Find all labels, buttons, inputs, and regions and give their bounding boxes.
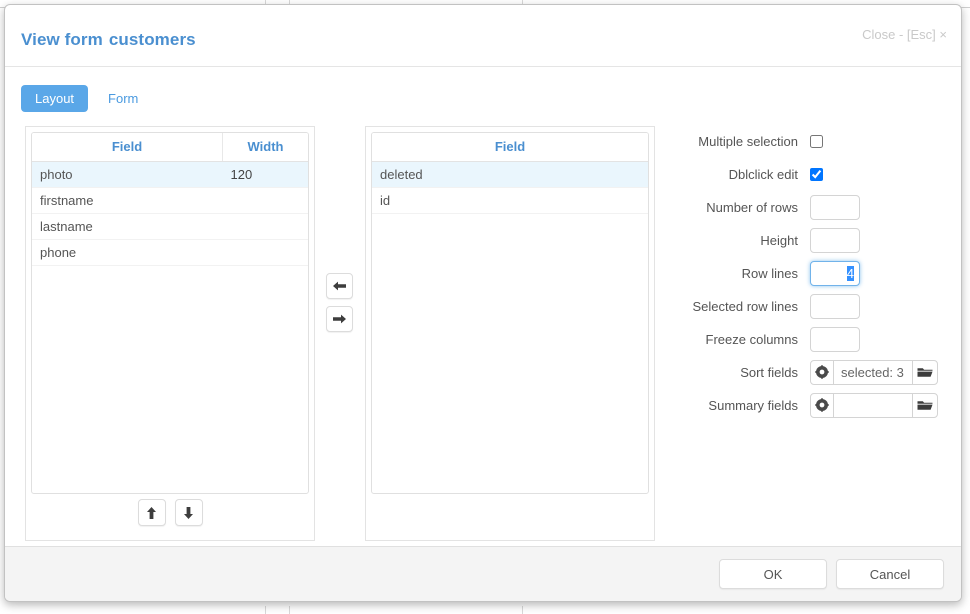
option-control	[810, 194, 860, 220]
table-row[interactable]: phone	[32, 239, 308, 266]
option-control	[810, 293, 860, 319]
option-label: Row lines	[741, 265, 798, 281]
move-left-button[interactable]	[326, 273, 353, 299]
option-control	[810, 134, 823, 148]
option-label: Freeze columns	[705, 331, 798, 347]
cell-width[interactable]	[222, 213, 308, 240]
option-control	[810, 326, 860, 352]
summary-fields-input[interactable]	[834, 392, 912, 418]
move-down-button[interactable]	[174, 499, 203, 526]
row-lines-value: 4	[846, 265, 854, 281]
option-control: selected: 3	[810, 359, 938, 385]
number-of-rows-input[interactable]	[810, 194, 860, 220]
move-up-button[interactable]	[137, 499, 166, 526]
option-control	[810, 167, 823, 181]
freeze-columns-input[interactable]	[810, 326, 860, 352]
cell-width[interactable]	[222, 239, 308, 266]
arrow-left-icon	[332, 280, 347, 292]
multiple-selection-checkbox[interactable]	[810, 134, 823, 148]
page-title-table: customers	[108, 30, 196, 49]
table-header-row: Field Width	[32, 133, 308, 162]
table-row[interactable]: firstname	[32, 187, 308, 214]
table-row[interactable]: photo 120	[32, 161, 308, 188]
cell-field[interactable]: firstname	[32, 187, 223, 214]
clear-circle-icon[interactable]	[810, 392, 834, 418]
clear-circle-icon[interactable]	[810, 359, 834, 385]
sort-fields-input[interactable]: selected: 3	[834, 359, 912, 385]
page-title-prefix: View form	[21, 30, 103, 49]
page-title: View form customers	[21, 30, 196, 50]
tab-layout[interactable]: Layout	[21, 85, 89, 112]
option-control: 4	[810, 260, 860, 286]
view-form-dialog: View form customers Close - [Esc] × Layou…	[4, 4, 962, 602]
arrow-right-icon	[332, 313, 347, 325]
table-row[interactable]: deleted	[372, 161, 648, 188]
cancel-button[interactable]: Cancel	[836, 559, 944, 589]
transfer-buttons	[326, 273, 353, 332]
cell-field[interactable]: lastname	[32, 213, 223, 240]
cell-field[interactable]: phone	[32, 239, 223, 266]
arrow-down-icon	[182, 506, 195, 520]
option-number-of-rows: Number of rows	[675, 194, 945, 220]
background-column-divider	[265, 606, 266, 614]
dialog-body: Field Width photo 120 firstname lastname…	[5, 126, 961, 546]
cell-field[interactable]: deleted	[372, 161, 648, 188]
table-row[interactable]: lastname	[32, 213, 308, 240]
row-lines-input[interactable]: 4	[810, 260, 860, 286]
column-header-field[interactable]: Field	[372, 133, 648, 162]
cell-field[interactable]: photo	[32, 161, 223, 188]
column-header-width[interactable]: Width	[222, 133, 308, 162]
option-freeze-columns: Freeze columns	[675, 326, 945, 352]
folder-icon[interactable]	[912, 359, 938, 385]
arrow-up-icon	[145, 506, 158, 520]
option-label: Height	[760, 232, 798, 248]
ok-button[interactable]: OK	[719, 559, 827, 589]
dblclick-edit-checkbox[interactable]	[810, 167, 823, 181]
visible-fields-panel: Field Width photo 120 firstname lastname…	[25, 126, 315, 541]
tab-form[interactable]: Form	[94, 85, 152, 112]
tab-bar: Layout Form	[5, 67, 961, 126]
option-dblclick-edit: Dblclick edit	[675, 163, 945, 185]
table-row[interactable]: id	[372, 187, 648, 214]
close-button[interactable]: Close - [Esc] ×	[862, 27, 947, 42]
option-label: Number of rows	[706, 199, 798, 215]
visible-fields-grid[interactable]: Field Width photo 120 firstname lastname…	[31, 132, 309, 494]
option-label: Selected row lines	[692, 298, 799, 314]
option-row-lines: Row lines 4	[675, 260, 945, 286]
hidden-fields-panel: Field deleted id	[365, 126, 655, 541]
background-column-divider	[289, 606, 290, 614]
column-header-field[interactable]: Field	[32, 133, 223, 162]
cell-width[interactable]: 120	[222, 161, 308, 188]
sort-fields-combo: selected: 3	[810, 359, 938, 385]
background-column-divider	[522, 606, 523, 614]
options-form: Multiple selection Dblclick edit Number …	[675, 130, 945, 427]
reorder-buttons	[26, 499, 314, 526]
option-label: Multiple selection	[698, 133, 798, 149]
option-control	[810, 227, 860, 253]
selected-row-lines-input[interactable]	[810, 293, 860, 319]
option-height: Height	[675, 227, 945, 253]
option-selected-row-lines: Selected row lines	[675, 293, 945, 319]
option-multiple-selection: Multiple selection	[675, 130, 945, 152]
table-header-row: Field	[372, 133, 648, 162]
option-sort-fields: Sort fields selected: 3	[675, 359, 945, 385]
move-right-button[interactable]	[326, 306, 353, 332]
option-summary-fields: Summary fields	[675, 392, 945, 418]
summary-fields-combo	[810, 392, 938, 418]
option-control	[810, 392, 938, 418]
cell-width[interactable]	[222, 187, 308, 214]
option-label: Sort fields	[740, 364, 798, 380]
option-label: Summary fields	[708, 397, 798, 413]
dialog-header: View form customers Close - [Esc] ×	[5, 5, 961, 67]
dialog-footer: OK Cancel	[5, 546, 961, 601]
cell-field[interactable]: id	[372, 187, 648, 214]
folder-icon[interactable]	[912, 392, 938, 418]
hidden-fields-grid[interactable]: Field deleted id	[371, 132, 649, 494]
option-label: Dblclick edit	[728, 166, 798, 182]
height-input[interactable]	[810, 227, 860, 253]
